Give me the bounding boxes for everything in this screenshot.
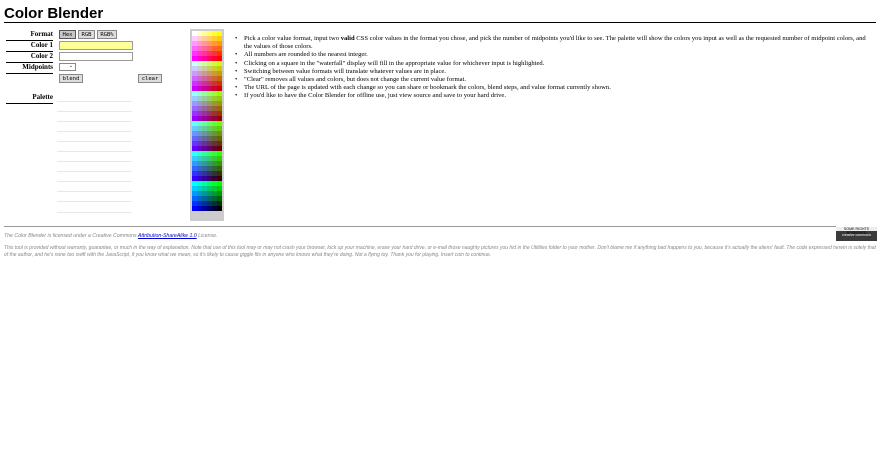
instruction-item: If you'd like to have the Color Blender …	[235, 92, 875, 100]
format-label: Format	[6, 30, 53, 41]
palette-row	[57, 151, 132, 152]
creative-commons-badge[interactable]: SOME RIGHTS RESERVED creative commons	[836, 227, 877, 241]
palette-label: Palette	[6, 93, 53, 104]
palette-row	[57, 191, 132, 192]
instruction-item: All numbers are rounded to the nearest i…	[235, 51, 875, 59]
license-text: The Color Blender is licensed under a Cr…	[4, 233, 218, 239]
color-waterfall[interactable]	[190, 29, 224, 221]
format-rgb-button[interactable]: RGB	[78, 30, 95, 39]
instruction-item: "Clear" removes all values and colors, b…	[235, 76, 875, 84]
instruction-item: Switching between value formats will tra…	[235, 68, 875, 76]
palette-row	[57, 161, 132, 162]
instructions-list: Pick a color value format, input two val…	[235, 35, 875, 101]
blend-button[interactable]: blend	[59, 74, 83, 83]
color1-label: Color 1	[6, 41, 53, 52]
license-link[interactable]: Attribution-ShareAlike 1.0	[138, 233, 197, 239]
title-divider	[4, 22, 876, 23]
palette-row	[57, 181, 132, 182]
waterfall-swatch[interactable]	[217, 206, 222, 211]
disclaimer-text: This tool is provided without warranty, …	[4, 245, 876, 258]
page-title: Color Blender	[4, 5, 104, 22]
palette-row	[57, 201, 132, 202]
palette-row	[57, 131, 132, 132]
instruction-item: Clicking on a square in the "waterfall" …	[235, 60, 875, 68]
color2-input[interactable]	[59, 52, 133, 61]
color1-input[interactable]	[59, 41, 133, 50]
format-hex-button[interactable]: Hex	[59, 30, 76, 39]
palette-row	[57, 121, 132, 122]
footer-divider	[4, 226, 836, 227]
palette-row	[57, 141, 132, 142]
chevron-down-icon: ⌄	[68, 64, 73, 69]
palette-row	[57, 212, 132, 213]
format-rgbpct-button[interactable]: RGB%	[97, 30, 117, 39]
clear-button[interactable]: clear	[138, 74, 162, 83]
palette-row	[57, 111, 132, 112]
color2-label: Color 2	[6, 52, 53, 63]
instruction-item: Pick a color value format, input two val…	[235, 35, 875, 51]
palette-row	[57, 171, 132, 172]
midpoints-label: Midpoints	[6, 63, 53, 74]
midpoints-select[interactable]: ⌄	[59, 63, 76, 71]
instruction-item: The URL of the page is updated with each…	[235, 84, 875, 92]
palette-row	[57, 101, 132, 102]
